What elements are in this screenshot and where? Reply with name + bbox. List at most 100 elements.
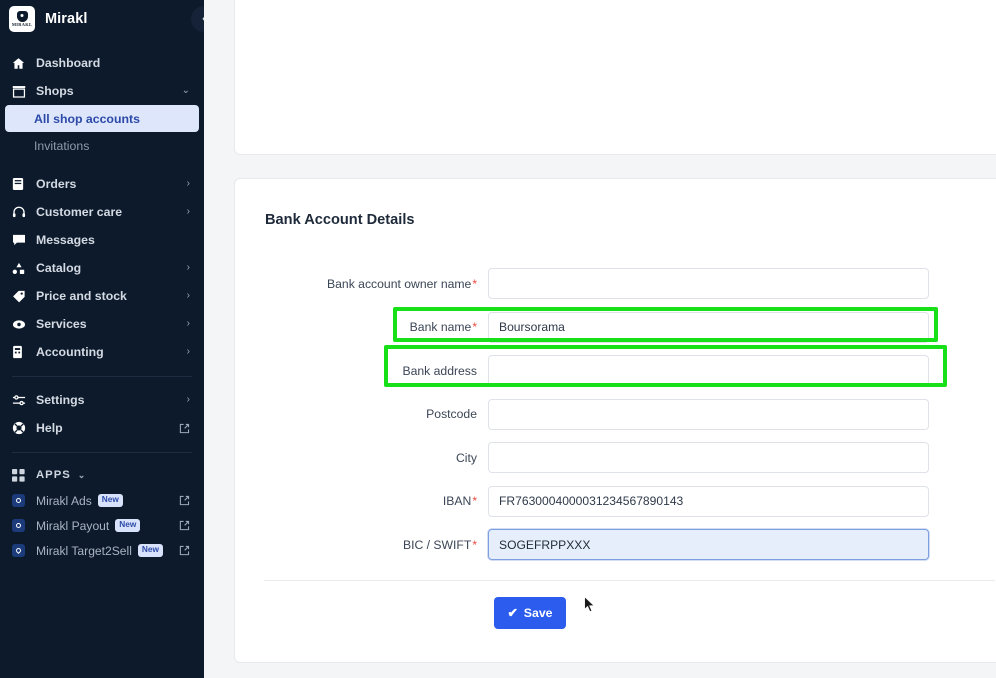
sidebar-item-services[interactable]: Services › xyxy=(0,310,204,338)
sidebar-label: All shop accounts xyxy=(34,111,140,126)
postcode-input[interactable] xyxy=(488,398,929,430)
chevron-down-icon: ⌄ xyxy=(77,469,87,480)
field-label: Bank account owner name* xyxy=(235,277,488,291)
message-icon xyxy=(12,234,29,246)
app-label: Mirakl Target2Sell xyxy=(36,543,132,558)
help-icon xyxy=(12,421,29,435)
required-asterisk: * xyxy=(472,320,477,335)
label-text: Bank address xyxy=(402,363,477,378)
sidebar-item-orders[interactable]: Orders › xyxy=(0,170,204,198)
city-input[interactable] xyxy=(488,442,929,474)
sidebar-item-customer-care[interactable]: Customer care › xyxy=(0,198,204,226)
services-icon xyxy=(12,318,29,331)
logo-wordmark: MIRAKL xyxy=(11,21,33,27)
check-icon: ✔ xyxy=(507,606,518,620)
sidebar-item-shops[interactable]: Shops ⌄ xyxy=(0,77,204,105)
mirakl-logo-icon: MIRAKL xyxy=(9,6,35,32)
app-item-mirakl-ads[interactable]: Mirakl Ads New xyxy=(0,488,204,513)
app-item-mirakl-target2sell[interactable]: Mirakl Target2Sell New xyxy=(0,538,204,563)
sidebar: MIRAKL Mirakl ‹ Dashboard Shops ⌄ xyxy=(0,0,204,678)
shop-icon xyxy=(12,85,29,98)
chevron-left-icon: ‹ xyxy=(202,13,204,25)
field-label: IBAN* xyxy=(235,494,488,508)
bank-account-details-panel: Bank Account Details Bank account owner … xyxy=(234,178,996,663)
required-asterisk: * xyxy=(472,276,477,291)
orders-icon xyxy=(12,177,29,191)
sidebar-item-help[interactable]: Help xyxy=(0,414,204,442)
grid-icon xyxy=(12,468,29,482)
app-pin-icon xyxy=(12,544,29,557)
sidebar-item-price-and-stock[interactable]: Price and stock › xyxy=(0,282,204,310)
tag-icon xyxy=(12,290,29,303)
sidebar-item-settings[interactable]: Settings › xyxy=(0,386,204,414)
required-asterisk: * xyxy=(472,494,477,509)
chevron-right-icon: › xyxy=(186,178,190,189)
app-dot-icon xyxy=(12,519,29,532)
label-text: Bank account owner name xyxy=(327,276,472,291)
sidebar-item-all-shop-accounts[interactable]: All shop accounts xyxy=(5,105,199,132)
form-row-postcode: Postcode xyxy=(235,393,996,437)
field-label: Postcode xyxy=(235,407,488,421)
sidebar-label: Shops xyxy=(36,84,74,98)
brand-header: MIRAKL Mirakl xyxy=(0,0,204,38)
sidebar-item-invitations[interactable]: Invitations xyxy=(0,132,204,159)
label-text: City xyxy=(456,450,477,465)
app-dot-icon xyxy=(12,494,29,507)
form-divider xyxy=(264,580,995,581)
brand-name: Mirakl xyxy=(45,11,88,27)
sidebar-divider xyxy=(12,376,192,377)
app-label: Mirakl Ads xyxy=(36,493,92,508)
save-button[interactable]: ✔ Save xyxy=(494,597,566,629)
required-asterisk: * xyxy=(472,537,477,552)
headset-icon xyxy=(12,206,29,219)
sidebar-label: Price and stock xyxy=(36,289,127,303)
upper-card-partial xyxy=(234,0,996,155)
app-label: Mirakl Payout xyxy=(36,518,110,533)
label-text: Postcode xyxy=(426,407,477,422)
external-link-icon[interactable] xyxy=(179,545,190,556)
sidebar-label: Customer care xyxy=(36,205,123,219)
chevron-right-icon: › xyxy=(186,262,190,273)
external-link-icon xyxy=(179,423,190,434)
app-item-mirakl-payout[interactable]: Mirakl Payout New xyxy=(0,513,204,538)
sidebar-label: Dashboard xyxy=(36,56,101,70)
label-text: BIC / SWIFT xyxy=(402,537,472,552)
bank-name-input[interactable] xyxy=(488,311,929,343)
home-icon xyxy=(12,57,29,70)
iban-input[interactable] xyxy=(488,485,929,517)
form-row-iban: IBAN* xyxy=(235,480,996,524)
bic-swift-input[interactable] xyxy=(488,529,929,561)
field-label: Bank address xyxy=(235,364,488,378)
sidebar-label: Messages xyxy=(36,233,95,247)
app-root: MIRAKL Mirakl ‹ Dashboard Shops ⌄ xyxy=(0,0,996,678)
bank-address-input[interactable] xyxy=(488,355,929,387)
label-text: Bank name xyxy=(409,320,472,335)
sidebar-item-catalog[interactable]: Catalog › xyxy=(0,254,204,282)
field-label: City xyxy=(235,451,488,465)
form-row-city: City xyxy=(235,436,996,480)
apps-title: APPS xyxy=(36,469,71,481)
label-text: IBAN xyxy=(442,494,472,509)
chevron-right-icon: › xyxy=(186,346,190,357)
sidebar-label: Help xyxy=(36,421,63,435)
sidebar-label: Invitations xyxy=(34,138,90,153)
apps-section-header[interactable]: APPS ⌄ xyxy=(0,462,204,488)
sidebar-item-dashboard[interactable]: Dashboard xyxy=(0,49,204,77)
sidebar-item-messages[interactable]: Messages xyxy=(0,226,204,254)
external-link-icon[interactable] xyxy=(179,520,190,531)
new-badge: New xyxy=(115,519,141,532)
chevron-right-icon: › xyxy=(186,318,190,329)
new-badge: New xyxy=(137,544,163,557)
sidebar-label: Catalog xyxy=(36,261,82,275)
form-row-bank-address: Bank address xyxy=(235,349,996,393)
form-row-bic-swift: BIC / SWIFT* xyxy=(235,523,996,567)
external-link-icon[interactable] xyxy=(179,495,190,506)
accounting-icon xyxy=(12,345,29,359)
field-label: Bank name* xyxy=(235,320,488,334)
settings-icon xyxy=(12,394,29,407)
catalog-icon xyxy=(12,262,29,275)
main-content: Bank Account Details Bank account owner … xyxy=(204,0,996,678)
bank-account-owner-name-input[interactable] xyxy=(488,268,929,300)
sidebar-item-accounting[interactable]: Accounting › xyxy=(0,338,204,366)
